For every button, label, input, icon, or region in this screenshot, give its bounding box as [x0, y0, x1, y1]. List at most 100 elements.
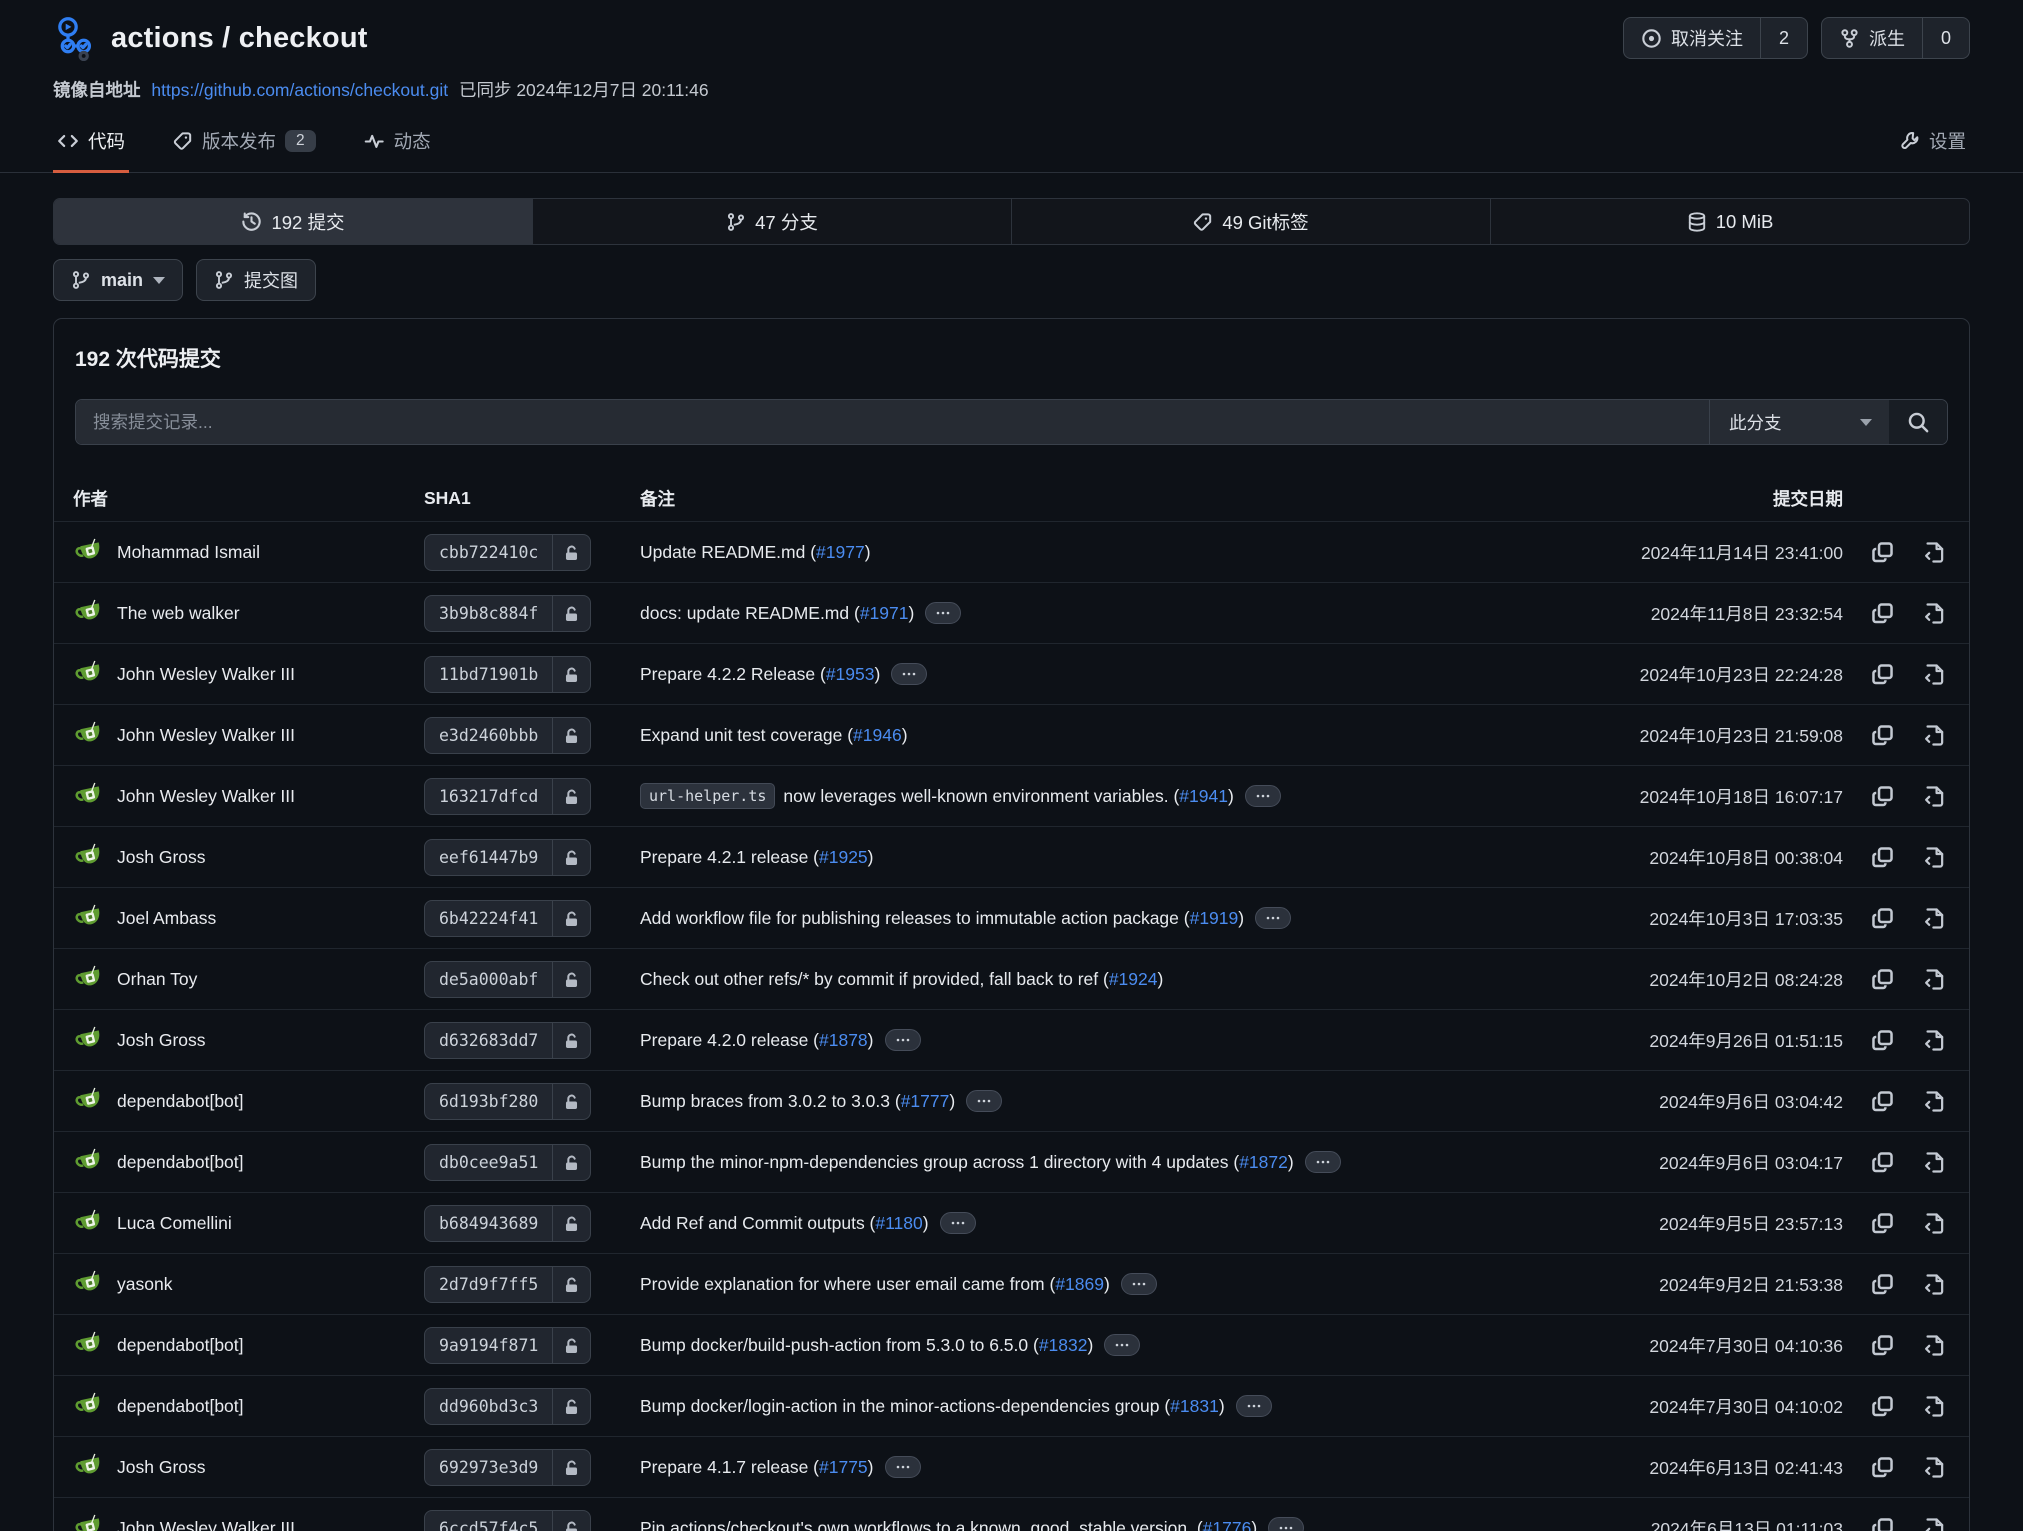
- expand-commit-button[interactable]: [1236, 1395, 1272, 1417]
- copy-sha-button[interactable]: [1870, 1516, 1895, 1531]
- browse-source-button[interactable]: [1922, 1150, 1947, 1175]
- browse-source-button[interactable]: [1922, 540, 1947, 565]
- copy-sha-button[interactable]: [1870, 1455, 1895, 1480]
- avatar[interactable]: [73, 1269, 104, 1300]
- author-name[interactable]: dependabot[bot]: [117, 1335, 244, 1356]
- commit-sha-badge[interactable]: 6ccd57f4c5: [424, 1510, 591, 1531]
- unwatch-button[interactable]: 取消关注 2: [1623, 17, 1808, 59]
- pr-link[interactable]: #1776: [1203, 1518, 1252, 1531]
- browse-source-button[interactable]: [1922, 967, 1947, 992]
- branch-selector[interactable]: main: [53, 259, 183, 301]
- commit-sha-badge[interactable]: 11bd71901b: [424, 656, 591, 693]
- author-name[interactable]: John Wesley Walker III: [117, 786, 295, 807]
- expand-commit-button[interactable]: [940, 1212, 976, 1234]
- avatar[interactable]: [73, 964, 104, 995]
- commit-sha-badge[interactable]: d632683dd7: [424, 1022, 591, 1059]
- commit-message[interactable]: Prepare 4.1.7 release (#1775): [640, 1456, 1557, 1478]
- commit-message[interactable]: Prepare 4.2.1 release (#1925): [640, 847, 1557, 868]
- browse-source-button[interactable]: [1922, 906, 1947, 931]
- search-input[interactable]: [76, 400, 1709, 444]
- author-name[interactable]: dependabot[bot]: [117, 1152, 244, 1173]
- expand-commit-button[interactable]: [1245, 785, 1281, 807]
- commit-sha-badge[interactable]: 9a9194f871: [424, 1327, 591, 1364]
- browse-source-button[interactable]: [1922, 1333, 1947, 1358]
- author-name[interactable]: Joel Ambass: [117, 908, 216, 929]
- browse-source-button[interactable]: [1922, 1455, 1947, 1480]
- copy-sha-button[interactable]: [1870, 1394, 1895, 1419]
- expand-commit-button[interactable]: [885, 1029, 921, 1051]
- commit-sha-badge[interactable]: 6d193bf280: [424, 1083, 591, 1120]
- search-scope-dropdown[interactable]: 此分支: [1709, 400, 1889, 444]
- avatar[interactable]: [73, 720, 104, 751]
- avatar[interactable]: [73, 1391, 104, 1422]
- pr-link[interactable]: #1775: [819, 1457, 868, 1478]
- commit-sha-badge[interactable]: b684943689: [424, 1205, 591, 1242]
- browse-source-button[interactable]: [1922, 601, 1947, 626]
- commit-message[interactable]: Expand unit test coverage (#1946): [640, 725, 1557, 746]
- mirror-url-link[interactable]: https://github.com/actions/checkout.git: [151, 80, 448, 100]
- author-name[interactable]: John Wesley Walker III: [117, 664, 295, 685]
- copy-sha-button[interactable]: [1870, 540, 1895, 565]
- copy-sha-button[interactable]: [1870, 723, 1895, 748]
- pr-link[interactable]: #1919: [1190, 908, 1239, 929]
- commit-message[interactable]: Bump docker/build-push-action from 5.3.0…: [640, 1334, 1557, 1356]
- expand-commit-button[interactable]: [885, 1456, 921, 1478]
- pr-link[interactable]: #1831: [1170, 1396, 1219, 1417]
- expand-commit-button[interactable]: [1305, 1151, 1341, 1173]
- avatar[interactable]: [73, 1147, 104, 1178]
- pr-link[interactable]: #1924: [1109, 969, 1158, 990]
- avatar[interactable]: [73, 659, 104, 690]
- author-name[interactable]: Josh Gross: [117, 1457, 206, 1478]
- commit-message[interactable]: Prepare 4.2.2 Release (#1953): [640, 663, 1557, 685]
- avatar[interactable]: [73, 903, 104, 934]
- avatar[interactable]: [73, 1452, 104, 1483]
- commit-sha-badge[interactable]: 6b42224f41: [424, 900, 591, 937]
- commit-sha-badge[interactable]: cbb722410c: [424, 534, 591, 571]
- commit-message[interactable]: Bump the minor-npm-dependencies group ac…: [640, 1151, 1557, 1173]
- avatar[interactable]: [73, 842, 104, 873]
- org-avatar-actions-icon[interactable]: [53, 16, 98, 61]
- copy-sha-button[interactable]: [1870, 906, 1895, 931]
- avatar[interactable]: [73, 1086, 104, 1117]
- browse-source-button[interactable]: [1922, 1211, 1947, 1236]
- author-name[interactable]: The web walker: [117, 603, 240, 624]
- commit-message[interactable]: Update README.md (#1977): [640, 542, 1557, 563]
- browse-source-button[interactable]: [1922, 1089, 1947, 1114]
- author-name[interactable]: dependabot[bot]: [117, 1396, 244, 1417]
- commit-message[interactable]: Check out other refs/* by commit if prov…: [640, 969, 1557, 990]
- browse-source-button[interactable]: [1922, 845, 1947, 870]
- browse-source-button[interactable]: [1922, 723, 1947, 748]
- search-button[interactable]: [1889, 400, 1947, 444]
- author-name[interactable]: Luca Comellini: [117, 1213, 232, 1234]
- commit-sha-badge[interactable]: dd960bd3c3: [424, 1388, 591, 1425]
- commit-sha-badge[interactable]: 163217dfcd: [424, 778, 591, 815]
- stat-branches[interactable]: 47 分支: [533, 199, 1012, 244]
- commit-sha-badge[interactable]: 692973e3d9: [424, 1449, 591, 1486]
- pr-link[interactable]: #1180: [875, 1213, 922, 1234]
- avatar[interactable]: [73, 781, 104, 812]
- author-name[interactable]: Mohammad Ismail: [117, 542, 260, 563]
- repo-title[interactable]: actions / checkout: [111, 22, 368, 55]
- stat-size[interactable]: 10 MiB: [1491, 199, 1969, 244]
- forks-count[interactable]: 0: [1922, 18, 1969, 58]
- commit-graph-button[interactable]: 提交图: [196, 259, 316, 301]
- commit-sha-badge[interactable]: eef61447b9: [424, 839, 591, 876]
- copy-sha-button[interactable]: [1870, 1089, 1895, 1114]
- browse-source-button[interactable]: [1922, 1272, 1947, 1297]
- pr-link[interactable]: #1953: [826, 664, 875, 685]
- commit-message[interactable]: url-helper.ts now leverages well-known e…: [640, 783, 1557, 809]
- expand-commit-button[interactable]: [891, 663, 927, 685]
- copy-sha-button[interactable]: [1870, 662, 1895, 687]
- copy-sha-button[interactable]: [1870, 1333, 1895, 1358]
- commit-sha-badge[interactable]: 2d7d9f7ff5: [424, 1266, 591, 1303]
- pr-link[interactable]: #1832: [1039, 1335, 1088, 1356]
- watchers-count[interactable]: 2: [1760, 18, 1807, 58]
- expand-commit-button[interactable]: [966, 1090, 1002, 1112]
- expand-commit-button[interactable]: [1268, 1517, 1304, 1531]
- commit-sha-badge[interactable]: db0cee9a51: [424, 1144, 591, 1181]
- copy-sha-button[interactable]: [1870, 967, 1895, 992]
- tab-activity[interactable]: 动态: [360, 122, 435, 173]
- browse-source-button[interactable]: [1922, 1028, 1947, 1053]
- avatar[interactable]: [73, 1025, 104, 1056]
- avatar[interactable]: [73, 1330, 104, 1361]
